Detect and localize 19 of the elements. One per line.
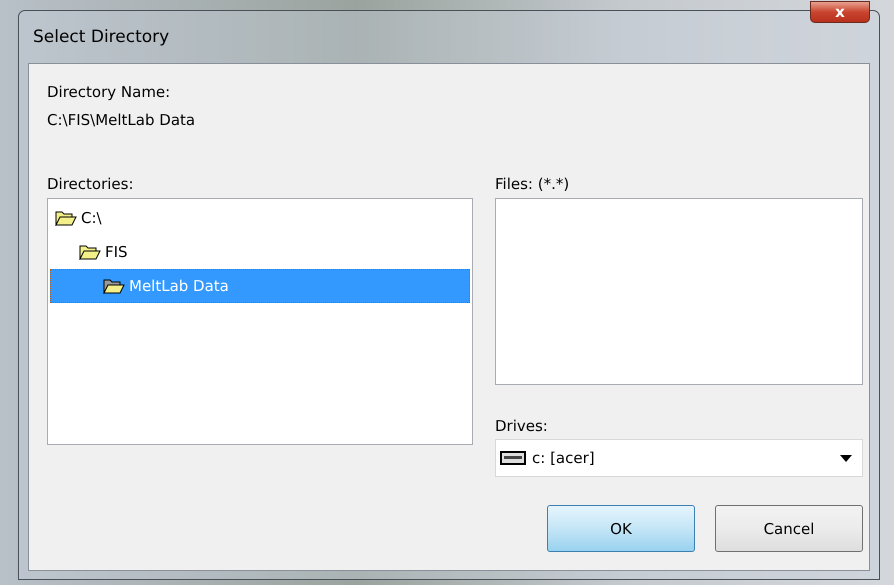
close-button[interactable]: x [810, 1, 870, 23]
folder-icon [103, 278, 125, 294]
drives-dropdown[interactable]: c: [acer] [495, 439, 863, 477]
cancel-button[interactable]: Cancel [715, 505, 863, 552]
list-label: Directories: [47, 174, 135, 195]
directory-item[interactable]: C:\ [50, 201, 470, 235]
window-title: Select Directory [33, 27, 170, 47]
ok-button[interactable]: OK [547, 505, 695, 552]
list-label: Files: (*.*) [495, 174, 570, 195]
directory-item[interactable]: FIS [50, 235, 470, 269]
folder-icon [79, 244, 101, 260]
dropdown-arrow-icon [840, 454, 852, 462]
field-label: Directory Name: [47, 82, 172, 103]
directories-list[interactable]: C:\ FIS MeltLab Data [47, 198, 473, 445]
folder-icon [55, 210, 77, 226]
files-list[interactable] [495, 198, 863, 385]
drive-icon [500, 451, 526, 465]
field-label: Drives: [495, 416, 549, 437]
directory-path: C:\FIS\MeltLab Data [47, 110, 196, 131]
